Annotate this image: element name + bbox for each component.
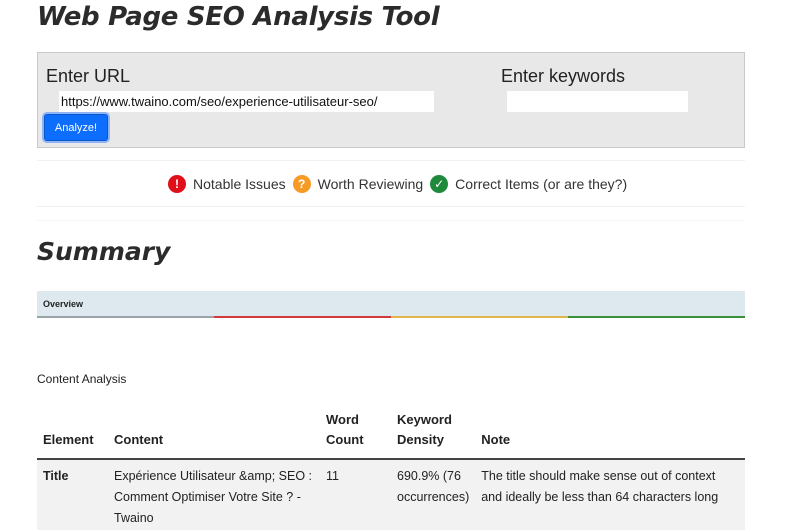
column-header-content: Content (108, 408, 320, 460)
column-header-word-count: Word Count (320, 408, 391, 460)
overview-segment-review (391, 316, 568, 318)
column-header-keyword-density: Keyword Density (391, 408, 476, 460)
table-row: Title Expérience Utilisateur &amp; SEO :… (37, 459, 745, 530)
divider (37, 206, 745, 207)
cell-element: Title (37, 459, 108, 530)
divider (37, 220, 745, 221)
divider (37, 160, 745, 161)
overview-segment-neutral (37, 316, 214, 318)
cell-keyword-density: 690.9% (76 occurrences) (391, 459, 476, 530)
legend-notable-issues: Notable Issues (193, 176, 286, 192)
notable-issues-icon: ! (168, 175, 186, 193)
url-label: Enter URL (46, 66, 131, 86)
content-analysis-table: Element Content Word Count Keyword Densi… (37, 408, 745, 530)
content-analysis-heading: Content Analysis (37, 372, 127, 386)
keywords-input[interactable] (507, 91, 688, 112)
legend: ! Notable Issues ? Worth Reviewing ✓ Cor… (168, 174, 634, 194)
keywords-label: Enter keywords (501, 66, 626, 86)
overview-segment-correct (568, 316, 745, 318)
overview-segment-issues (214, 316, 391, 318)
cell-note: The title should make sense out of conte… (475, 459, 745, 530)
summary-heading: Summary (37, 237, 171, 266)
column-header-element: Element (37, 408, 108, 460)
analyze-button[interactable]: Analyze! (44, 114, 108, 141)
overview-label: Overview (43, 299, 84, 309)
cell-content: Expérience Utilisateur &amp; SEO : Comme… (108, 459, 320, 530)
analysis-form: Enter URL Enter keywords Analyze! (37, 52, 745, 148)
cell-word-count: 11 (320, 459, 391, 530)
legend-correct-items: Correct Items (or are they?) (455, 176, 628, 192)
legend-worth-reviewing: Worth Reviewing (317, 176, 424, 192)
table-header-row: Element Content Word Count Keyword Densi… (37, 408, 745, 460)
column-header-note: Note (475, 408, 745, 460)
page-title: Web Page SEO Analysis Tool (37, 2, 440, 32)
worth-reviewing-icon: ? (292, 175, 311, 193)
overview-bar: Overview (37, 291, 745, 317)
url-input[interactable] (59, 91, 434, 112)
correct-items-icon: ✓ (430, 175, 449, 193)
